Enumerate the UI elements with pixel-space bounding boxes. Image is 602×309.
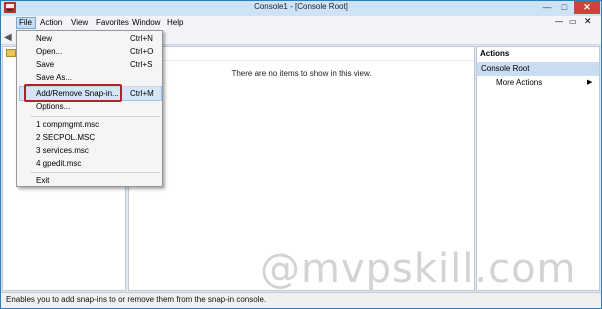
- shortcut-add-remove-snap-in: Ctrl+M: [130, 89, 154, 98]
- child-restore-button[interactable]: ▭: [569, 17, 577, 26]
- window-title: Console1 - [Console Root]: [254, 2, 348, 11]
- chevron-right-icon[interactable]: ▶: [587, 78, 592, 86]
- menu-window[interactable]: Window: [130, 17, 162, 29]
- menu-help[interactable]: Help: [165, 17, 185, 29]
- menu-item-save-as[interactable]: Save As...: [36, 72, 72, 84]
- menu-separator: [30, 172, 160, 173]
- back-arrow-icon[interactable]: ◀: [4, 32, 12, 43]
- more-actions-item[interactable]: More Actions: [496, 78, 542, 87]
- shortcut-new: Ctrl+N: [130, 34, 153, 43]
- empty-view-message: There are no items to show in this view.: [231, 69, 372, 78]
- menu-item-open[interactable]: Open...: [36, 46, 62, 58]
- close-button[interactable]: ✕: [574, 1, 600, 14]
- menu-action[interactable]: Action: [38, 17, 64, 29]
- folder-icon[interactable]: [6, 49, 16, 57]
- menu-item-recent-1[interactable]: 1 compmgmt.msc: [36, 119, 99, 131]
- menu-file[interactable]: File: [16, 17, 36, 29]
- shortcut-save: Ctrl+S: [130, 60, 153, 69]
- actions-title: Actions: [480, 49, 510, 58]
- menu-item-new[interactable]: New: [36, 33, 52, 45]
- menu-view[interactable]: View: [69, 17, 90, 29]
- shortcut-open: Ctrl+O: [130, 47, 154, 56]
- menu-item-recent-4[interactable]: 4 gpedit.msc: [36, 158, 81, 170]
- results-header: [129, 47, 474, 61]
- watermark: @mvpskill.com: [260, 246, 577, 292]
- actions-section-console-root[interactable]: Console Root: [477, 62, 599, 76]
- status-text: Enables you to add snap-ins to or remove…: [6, 295, 267, 304]
- menu-bar: [1, 16, 601, 30]
- menu-item-save[interactable]: Save: [36, 59, 54, 71]
- menu-item-exit[interactable]: Exit: [36, 175, 49, 187]
- maximize-button[interactable]: □: [555, 1, 574, 14]
- menu-favorites[interactable]: Favorites: [94, 17, 131, 29]
- menu-separator: [30, 116, 160, 117]
- menu-item-options[interactable]: Options...: [36, 101, 70, 113]
- child-close-button[interactable]: ✕: [584, 16, 592, 27]
- callout-highlight-box: [24, 84, 122, 102]
- menu-item-recent-3[interactable]: 3 services.msc: [36, 145, 89, 157]
- child-minimize-button[interactable]: —: [555, 17, 563, 26]
- minimize-button[interactable]: —: [537, 1, 557, 14]
- menu-item-recent-2[interactable]: 2 SECPOL.MSC: [36, 132, 95, 144]
